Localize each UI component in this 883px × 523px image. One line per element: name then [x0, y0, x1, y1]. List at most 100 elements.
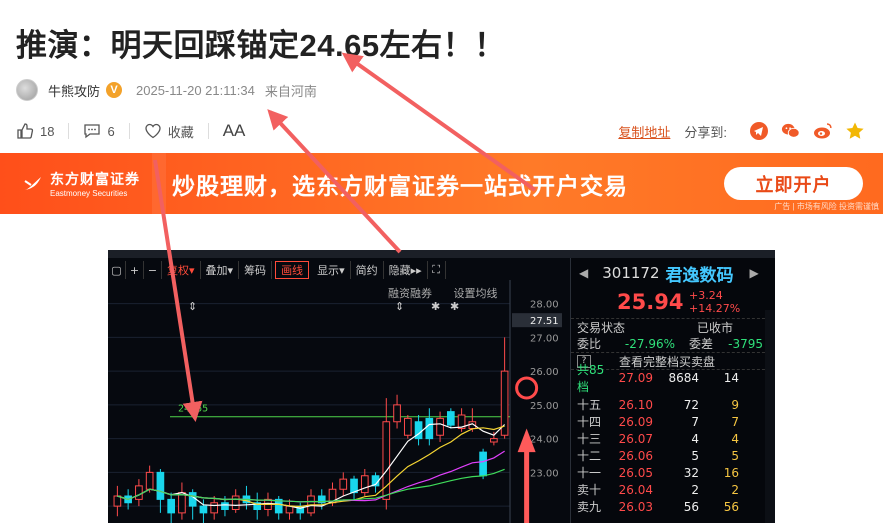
chart-marker: ✱	[450, 300, 459, 313]
order-book: 十五 26.10 72 9 十四 26.09 7 7 十三 26.07 4 4 十二 26.06 5 5 十一 2…	[571, 386, 775, 515]
last-price: 25.94	[617, 290, 684, 314]
stock-code: 301172	[602, 264, 660, 282]
eastmoney-logo-icon	[24, 176, 41, 190]
tool-huaxian[interactable]: 画线	[275, 261, 310, 279]
tool-jianyue[interactable]: 简约	[351, 261, 384, 279]
candle-body	[178, 492, 186, 514]
share-wechat-icon[interactable]	[781, 121, 801, 141]
ad-disclaimer: 广告 | 市场有风险 投资需谨慎	[774, 202, 879, 211]
price-tick-label: 26.00	[530, 367, 559, 378]
order-book-row: 十一 26.05 32 16	[571, 464, 775, 481]
book-total-price: 27.09	[618, 371, 653, 385]
chart-marker: ✱	[431, 300, 440, 313]
eastmoney-logo: 东方财富证券 Eastmoney Securities	[22, 169, 140, 198]
next-stock-icon[interactable]: ▶	[750, 266, 759, 280]
tool-xianshi[interactable]: 显示 ▾	[312, 261, 351, 279]
book-level-n: 2	[731, 482, 739, 497]
candle-body	[167, 498, 175, 514]
share-telegram-icon[interactable]	[749, 121, 769, 141]
heart-icon	[145, 123, 161, 139]
book-total-label: 共85档	[577, 363, 605, 394]
like-button[interactable]: 18	[16, 122, 54, 140]
candle-body	[393, 404, 401, 423]
price-change-pct: +14.27%	[689, 302, 741, 315]
thumbs-up-icon	[17, 123, 34, 139]
article-actions: 18 6 收藏 AA	[16, 118, 245, 144]
book-level-n: 9	[731, 397, 739, 412]
book-level-n: 56	[723, 499, 739, 514]
font-size-button[interactable]: AA	[223, 121, 246, 141]
price-tick-label: 24.00	[530, 435, 559, 446]
chart-sub-labels: 融资融券 设置均线	[388, 285, 516, 301]
prev-stock-icon[interactable]: ◀	[579, 266, 588, 280]
trade-status-label: 交易状态	[577, 320, 626, 335]
candle-body	[135, 485, 143, 500]
book-level-vol: 4	[691, 431, 699, 446]
share-favorite-star-icon[interactable]	[845, 121, 865, 141]
copy-link-button[interactable]: 复制地址	[618, 122, 670, 141]
candle-body	[425, 417, 434, 440]
avatar[interactable]	[16, 79, 38, 101]
side-tab-strip[interactable]	[765, 310, 775, 523]
divider	[207, 123, 209, 139]
book-level-n: 7	[731, 414, 739, 429]
tool-diejia[interactable]: 叠加 ▾	[201, 261, 240, 279]
ad-banner[interactable]: 东方财富证券 Eastmoney Securities 炒股理财，选东方财富证券…	[0, 153, 883, 214]
book-level-n: 5	[731, 448, 739, 463]
share-weibo-icon[interactable]	[813, 121, 833, 141]
open-account-button[interactable]: 立即开户	[724, 167, 863, 200]
fullscreen-icon[interactable]: ⛶	[428, 261, 446, 279]
book-total-row: 共85档 27.09 8684 14	[571, 363, 775, 394]
book-level-n: 4	[731, 431, 739, 446]
margin-trading-label[interactable]: 融资融券	[388, 287, 432, 300]
candle-body	[188, 492, 197, 507]
chart-marker: ⇕	[188, 300, 197, 313]
ma-settings-label[interactable]: 设置均线	[454, 287, 498, 300]
divider	[128, 123, 130, 139]
stock-chart-screenshot: 28.00 27.00 26.00 25.00 24.00 23.00 27.51 24.65…	[108, 250, 775, 523]
order-diff-label: 委差	[688, 337, 713, 351]
book-level-price: 26.10	[618, 397, 653, 412]
candle-body	[113, 495, 122, 507]
book-level-vol: 5	[691, 448, 699, 463]
book-level-vol: 32	[683, 465, 699, 480]
candle-body	[339, 478, 348, 490]
book-total-n: 14	[723, 371, 739, 385]
price-tick-label: 23.00	[530, 468, 559, 479]
candle-body	[156, 471, 165, 500]
comment-button[interactable]: 6	[83, 122, 115, 140]
verified-badge-icon: V	[106, 82, 123, 98]
toolbar-square-icon[interactable]: ▢	[108, 261, 126, 279]
tool-yincang[interactable]: 隐藏 ▸▸	[384, 261, 428, 279]
author-name[interactable]: 牛熊攻防	[48, 81, 100, 100]
favorite-button[interactable]: 收藏	[144, 122, 194, 141]
trade-status-value: 已收市	[697, 320, 734, 335]
chart-toolbar: ▢ + − 复权 ▾ 叠加 ▾ 筹码 画线 显示 ▾ 简约 隐藏 ▸▸ ⛶	[108, 258, 568, 282]
banner-decoration	[152, 153, 166, 214]
full-book-link[interactable]: 查看完整档买卖盘	[619, 353, 715, 370]
order-ratio-row: 委比 -27.96% 委差 -3795	[571, 335, 775, 352]
screenshot-top-strip	[108, 250, 775, 258]
candle-body	[500, 370, 509, 436]
comment-count: 6	[107, 123, 115, 139]
candle-body	[360, 475, 369, 494]
book-level-price: 26.03	[618, 499, 653, 514]
candle-body	[231, 495, 240, 510]
article-meta: 牛熊攻防 V 2025-11-20 21:11:34 来自河南	[16, 79, 317, 101]
book-level-label: 十二	[577, 449, 602, 463]
book-level-label: 十三	[577, 432, 602, 446]
candle-body	[479, 451, 487, 477]
book-level-label: 十五	[577, 398, 602, 412]
order-book-row: 卖九 26.03 56 56	[571, 498, 775, 515]
order-ratio-value: -27.96%	[624, 336, 675, 351]
book-level-label: 十一	[577, 466, 602, 480]
tool-fuquan[interactable]: 复权 ▾	[162, 261, 201, 279]
candle-body	[436, 417, 444, 436]
order-book-row: 十三 26.07 4 4	[571, 430, 775, 447]
stock-name: 君逸数码	[665, 265, 734, 286]
order-book-row: 卖十 26.04 2 2	[571, 481, 775, 498]
publish-time: 2025-11-20 21:11:34	[136, 82, 255, 98]
tool-chouma[interactable]: 筹码	[239, 261, 273, 279]
zoom-in-icon[interactable]: +	[126, 261, 144, 279]
zoom-out-icon[interactable]: −	[144, 261, 162, 279]
